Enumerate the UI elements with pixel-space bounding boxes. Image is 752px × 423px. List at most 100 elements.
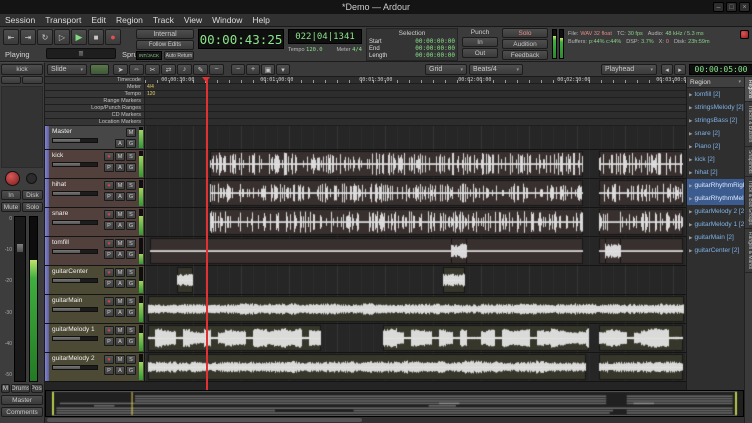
track-g-button[interactable]: G — [126, 366, 136, 375]
tool-draw[interactable]: ✎ — [193, 64, 208, 75]
track-a-button[interactable]: A — [115, 366, 125, 375]
solo-button[interactable]: Solo — [502, 28, 548, 38]
close-button[interactable]: × — [739, 2, 750, 12]
track-p-button[interactable]: P — [104, 163, 114, 172]
track-lane-master[interactable] — [145, 126, 686, 149]
minimize-button[interactable]: – — [713, 2, 724, 12]
tool-range[interactable]: ⇔ — [129, 64, 144, 75]
strip-metering-button[interactable]: M — [1, 384, 10, 393]
fader-handle[interactable] — [16, 243, 24, 253]
track-gain-fader[interactable] — [52, 307, 98, 312]
track-m-button[interactable]: M — [115, 152, 125, 161]
strip-input-button[interactable] — [1, 76, 21, 84]
strip-invert-button[interactable] — [22, 76, 43, 84]
zoom-in-button[interactable]: + — [246, 64, 260, 75]
track-header-master[interactable]: MasterMAG — [45, 126, 145, 149]
track-g-button[interactable]: G — [126, 192, 136, 201]
track-a-button[interactable]: A — [115, 279, 125, 288]
strip-output-button[interactable]: Master — [1, 395, 43, 405]
track-m-button[interactable]: M — [115, 181, 125, 190]
selection-length-value[interactable]: 00:00:00:00 — [415, 52, 455, 59]
strip-name-button[interactable]: kick — [1, 64, 43, 75]
nudge-clock[interactable]: 00:00:05:00 — [689, 64, 752, 75]
ruler-body[interactable] — [145, 98, 686, 104]
region-item-guitarmelody-1-2[interactable]: ▶guitarMelody 1 [2] — [687, 218, 744, 231]
track-gain-fader[interactable] — [52, 220, 98, 225]
track-s-button[interactable]: S — [126, 239, 136, 248]
menu-transport[interactable]: Transport — [40, 15, 86, 25]
menu-region[interactable]: Region — [111, 15, 148, 25]
track-g-button[interactable]: G — [126, 279, 136, 288]
track-gain-fader[interactable] — [52, 365, 98, 370]
track-m-button[interactable]: M — [115, 210, 125, 219]
track-p-button[interactable]: P — [104, 192, 114, 201]
gain-fader[interactable] — [14, 216, 26, 382]
ruler-tempo[interactable]: Tempo120 — [45, 91, 686, 98]
region-item-snare-2[interactable]: ▶snare [2] — [687, 127, 744, 140]
punch-in-button[interactable]: In — [462, 37, 498, 47]
secondary-clock[interactable]: 022|04|1341 — [288, 29, 362, 44]
strip-comments-button[interactable]: Comments — [1, 407, 43, 417]
track-gain-fader[interactable] — [52, 138, 98, 143]
track-s-button[interactable]: S — [126, 297, 136, 306]
menu-window[interactable]: Window — [207, 15, 247, 25]
tool-grab[interactable]: ➤ — [113, 64, 128, 75]
track-m-button[interactable]: M — [115, 326, 125, 335]
track-header-kick[interactable]: kick●MSPAG — [45, 150, 145, 178]
tool-stretch[interactable]: ⇄ — [161, 64, 176, 75]
side-tab-track-bus-groups[interactable]: Track & Bus Groups — [745, 177, 752, 229]
track-gain-fader[interactable] — [52, 249, 98, 254]
track-a-button[interactable]: A — [115, 308, 125, 317]
feedback-button[interactable]: Feedback — [502, 50, 548, 60]
goto-start-button[interactable]: ⇤ — [3, 29, 19, 45]
ruler-range-markers[interactable]: Range Markers — [45, 98, 686, 105]
maximize-button[interactable]: □ — [726, 2, 737, 12]
strip-input-monitor-button[interactable]: In — [1, 190, 21, 200]
track-lane-guitarcenter[interactable] — [145, 266, 686, 294]
track-lane-tomfill[interactable] — [145, 237, 686, 265]
region-item-kick-2[interactable]: ▶kick [2] — [687, 153, 744, 166]
side-tab-snapshots[interactable]: Snapshots — [745, 147, 752, 178]
record-arm-button[interactable]: ● — [104, 152, 114, 161]
track-a-button[interactable]: A — [115, 192, 125, 201]
track-lane-snare[interactable] — [145, 208, 686, 236]
track-header-guitarmelody-2[interactable]: guitarMelody 2●MSPAG — [45, 353, 145, 381]
track-lane-guitarmelody-1[interactable] — [145, 324, 686, 352]
region-item-guitarrhythmmel-2[interactable]: ▶guitarRhythmMel [2] — [687, 192, 744, 205]
record-arm-button[interactable]: ● — [104, 181, 114, 190]
playhead[interactable] — [206, 77, 208, 390]
menu-track[interactable]: Track — [148, 15, 179, 25]
selection-start-value[interactable]: 00:00:00:00 — [415, 38, 455, 45]
track-s-button[interactable]: S — [126, 152, 136, 161]
editor-summary[interactable] — [45, 390, 744, 417]
track-gain-fader[interactable] — [52, 162, 98, 167]
track-header-guitarcenter[interactable]: guitarCenter●MSPAG — [45, 266, 145, 294]
record-button[interactable]: ● — [105, 29, 121, 45]
track-s-button[interactable]: S — [126, 326, 136, 335]
strip-monitor-button[interactable] — [26, 173, 37, 184]
record-arm-button[interactable]: ● — [104, 210, 114, 219]
track-header-hihat[interactable]: hihat●MSPAG — [45, 179, 145, 207]
side-tab-regions[interactable]: Regions — [745, 77, 752, 102]
track-a-button[interactable]: A — [115, 163, 125, 172]
scrollbar-thumb[interactable] — [47, 418, 362, 422]
track-g-button[interactable]: G — [126, 250, 136, 259]
strip-group-button[interactable]: Drums — [11, 384, 30, 393]
track-s-button[interactable]: S — [126, 355, 136, 364]
track-header-snare[interactable]: snare●MSPAG — [45, 208, 145, 236]
strip-solo-button[interactable]: Solo — [22, 202, 43, 212]
nudge-forward-button[interactable]: ▸ — [674, 64, 686, 75]
track-header-guitarmelody-1[interactable]: guitarMelody 1●MSPAG — [45, 324, 145, 352]
track-lane-guitarmain[interactable] — [145, 295, 686, 323]
ruler-meter[interactable]: Meter4/4 — [45, 84, 686, 91]
nudge-back-button[interactable]: ◂ — [661, 64, 673, 75]
playhead-marker-icon[interactable] — [202, 77, 210, 86]
track-p-button[interactable]: P — [104, 308, 114, 317]
tempo-meter-row[interactable]: Tempo 120.0 Meter 4/4 — [288, 47, 362, 53]
track-m-button[interactable]: M — [115, 297, 125, 306]
region-item-stringsbass-2[interactable]: ▶stringsBass [2] — [687, 114, 744, 127]
ruler-body[interactable] — [145, 105, 686, 111]
smart-mode-button[interactable] — [90, 64, 109, 75]
strip-processor-box[interactable] — [1, 86, 43, 168]
primary-clock[interactable]: 00:00:43:25 — [198, 29, 284, 49]
